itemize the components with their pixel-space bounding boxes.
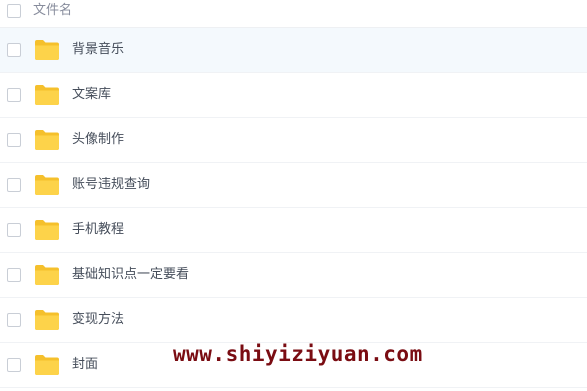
- file-name[interactable]: 账号违规查询: [72, 176, 150, 194]
- folder-icon: [35, 175, 59, 195]
- file-row-account-violation-query[interactable]: 账号违规查询: [0, 163, 587, 208]
- folder-icon: [35, 85, 59, 105]
- file-name[interactable]: 手机教程: [72, 221, 124, 239]
- folder-icon: [35, 355, 59, 375]
- file-row-phone-tutorial[interactable]: 手机教程: [0, 208, 587, 253]
- folder-icon: [35, 265, 59, 285]
- file-row-avatar-making[interactable]: 头像制作: [0, 118, 587, 163]
- file-row-background-music[interactable]: 背景音乐: [0, 28, 587, 73]
- select-all-checkbox[interactable]: [7, 4, 21, 18]
- row-checkbox[interactable]: [7, 178, 21, 192]
- file-row-copywriting-library[interactable]: 文案库: [0, 73, 587, 118]
- file-row-basic-knowledge[interactable]: 基础知识点一定要看: [0, 253, 587, 298]
- row-checkbox[interactable]: [7, 358, 21, 372]
- file-name[interactable]: 变现方法: [72, 311, 124, 329]
- row-checkbox[interactable]: [7, 313, 21, 327]
- folder-icon: [35, 40, 59, 60]
- file-name[interactable]: 封面: [72, 356, 98, 374]
- file-name[interactable]: 头像制作: [72, 131, 124, 149]
- watermark-text: www.shiyiziyuan.com: [173, 342, 423, 366]
- file-name[interactable]: 文案库: [72, 86, 111, 104]
- row-checkbox[interactable]: [7, 223, 21, 237]
- file-row-monetization-methods[interactable]: 变现方法: [0, 298, 587, 343]
- row-checkbox[interactable]: [7, 268, 21, 282]
- row-checkbox[interactable]: [7, 133, 21, 147]
- file-list: 文件名 背景音乐 文案库 头像制作 账号违规查询 手机教程 基础知识点一定要看 …: [0, 0, 587, 391]
- file-list-header: 文件名: [0, 0, 587, 28]
- folder-icon: [35, 130, 59, 150]
- folder-icon: [35, 220, 59, 240]
- row-checkbox[interactable]: [7, 88, 21, 102]
- folder-icon: [35, 310, 59, 330]
- column-header-filename[interactable]: 文件名: [33, 2, 72, 20]
- file-name[interactable]: 背景音乐: [72, 41, 124, 59]
- row-checkbox[interactable]: [7, 43, 21, 57]
- file-name[interactable]: 基础知识点一定要看: [72, 266, 189, 284]
